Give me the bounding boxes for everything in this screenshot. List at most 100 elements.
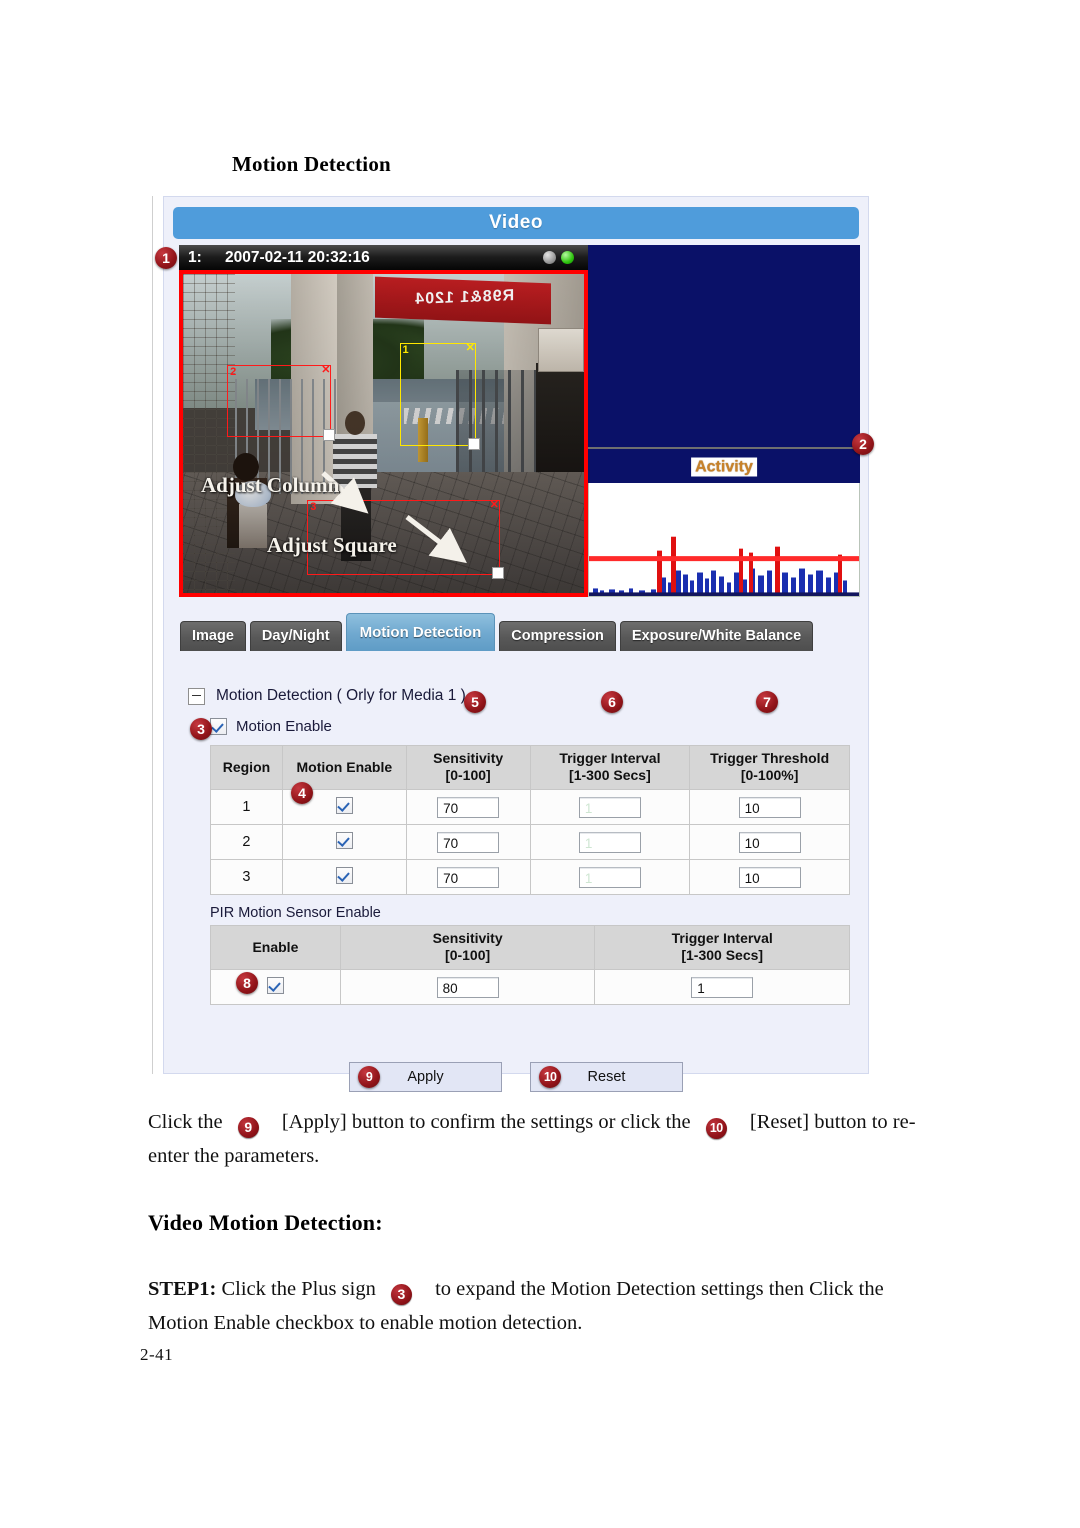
cell-motion-enable <box>281 859 407 895</box>
activity-histogram <box>588 482 860 597</box>
tab-image[interactable]: Image <box>180 621 246 651</box>
col-header-pir-sensitivity: Sensitivity [0-100] <box>339 925 596 970</box>
callout-badge-7: 7 <box>756 691 778 713</box>
cell-trigger-interval: 1 <box>529 824 691 860</box>
cell-region: 3 <box>210 859 283 895</box>
col-header-trigger-interval-line1: Trigger Interval <box>559 750 661 766</box>
step1-part1: Click the Plus sign <box>221 1278 376 1300</box>
pir-sensitivity-input[interactable]: 80 <box>436 976 499 998</box>
tab-compression[interactable]: Compression <box>499 621 616 651</box>
cell-trigger-threshold: 10 <box>689 859 850 895</box>
region-1-sensitivity-input[interactable]: 70 <box>437 796 500 818</box>
cell-motion-enable <box>281 824 407 860</box>
callout-badge-2: 2 <box>852 433 874 455</box>
apply-button[interactable]: 9 Apply <box>349 1062 502 1092</box>
callout-badge-9: 9 <box>358 1066 380 1088</box>
motion-region-2-resize-handle[interactable] <box>323 428 336 441</box>
region-2-trigger-threshold-input[interactable]: 10 <box>738 831 801 853</box>
motion-region-1-resize-handle[interactable] <box>467 438 480 451</box>
region-1-enable-checkbox[interactable] <box>335 796 353 814</box>
pir-section-label: PIR Motion Sensor Enable <box>210 905 381 921</box>
page-number: 2-41 <box>140 1345 174 1364</box>
region-3-trigger-threshold-input[interactable]: 10 <box>738 866 801 888</box>
activity-label-bar: Activity <box>588 447 860 485</box>
col-header-region: Region <box>210 745 283 790</box>
reset-button[interactable]: 10 Reset <box>530 1062 683 1092</box>
col-header-pir-trigger-interval-line1: Trigger Interval <box>671 930 773 946</box>
callout-badge-8: 8 <box>236 972 258 994</box>
pir-trigger-interval-input[interactable]: 1 <box>691 976 754 998</box>
col-header-trigger-interval: Trigger Interval [1-300 Secs] <box>529 745 691 790</box>
apply-button-label: Apply <box>407 1069 444 1085</box>
settings-tab-strip: Image Day/Night Motion Detection Compres… <box>180 613 814 651</box>
motion-region-2-close-icon[interactable]: ✕ <box>320 364 331 376</box>
col-header-pir-enable-line1: Enable <box>252 938 299 955</box>
region-2-sensitivity-input[interactable]: 70 <box>437 831 500 853</box>
motion-enable-row: Motion Enable <box>210 718 332 735</box>
window-title-bar: Video <box>173 207 859 239</box>
callout-badge-10: 10 <box>539 1066 561 1088</box>
col-header-region-line1: Region <box>222 758 271 775</box>
motion-enable-checkbox[interactable] <box>210 718 227 735</box>
cell-region: 1 <box>210 789 283 825</box>
section-heading-video-motion-detection: Video Motion Detection: <box>148 1210 383 1235</box>
table-header-row: Enable Sensitivity [0-100] Trigger Inter… <box>210 925 850 970</box>
col-header-pir-enable: Enable <box>210 925 341 970</box>
minus-icon[interactable] <box>188 687 205 705</box>
figure-left-rule <box>152 196 153 1074</box>
cell-trigger-interval: 1 <box>529 789 691 825</box>
tab-day-night[interactable]: Day/Night <box>249 621 342 651</box>
col-header-trigger-interval-line2: [1-300 Secs] <box>569 767 651 783</box>
table-row: 3 70 1 10 <box>210 859 850 895</box>
annotation-adjust-square: Adjust Square <box>267 533 397 557</box>
motion-region-2[interactable]: 2 ✕ <box>227 364 336 441</box>
media-area: 1: 2007-02-11 20:32:16 R98&1 1204 <box>179 245 860 597</box>
col-header-sensitivity: Sensitivity [0-100] <box>405 745 531 790</box>
status-led-green-icon <box>561 251 574 264</box>
cell-trigger-threshold: 10 <box>689 789 850 825</box>
table-row: 2 70 1 10 <box>210 824 850 860</box>
activity-panel: Activity <box>588 245 860 597</box>
tab-motion-detection[interactable]: Motion Detection <box>345 613 496 651</box>
camera-timestamp: 2007-02-11 20:32:16 <box>225 249 370 266</box>
callout-badge-1: 1 <box>155 247 177 269</box>
motion-region-table: Region Motion Enable Sensitivity [0-100]… <box>210 745 850 895</box>
paragraph-step1: STEP1: Click the Plus sign 3 to expand t… <box>148 1272 948 1340</box>
cell-pir-trigger-interval: 1 <box>594 969 850 1005</box>
region-2-trigger-interval-input[interactable]: 1 <box>578 831 641 853</box>
tab-exposure-white-balance[interactable]: Exposure/White Balance <box>619 621 814 651</box>
callout-badge-3: 3 <box>190 718 212 740</box>
motion-region-1-close-icon[interactable]: ✕ <box>465 342 476 354</box>
step1-label: STEP1: <box>148 1278 217 1300</box>
col-header-trigger-threshold: Trigger Threshold [0-100%] <box>689 745 850 790</box>
motion-region-1-label: 1 <box>402 343 409 356</box>
col-header-pir-sensitivity-line2: [0-100] <box>445 947 491 963</box>
annotation-adjust-column: Adjust Column <box>201 473 340 497</box>
region-1-trigger-interval-input[interactable]: 1 <box>578 796 641 818</box>
cell-region: 2 <box>210 824 283 860</box>
inline-badge-3: 3 <box>390 1284 412 1305</box>
motion-region-3-resize-handle[interactable] <box>491 567 504 580</box>
camera-view[interactable]: 1: 2007-02-11 20:32:16 R98&1 1204 <box>179 245 588 597</box>
col-header-pir-trigger-interval-line2: [1-300 Secs] <box>681 947 764 963</box>
region-3-enable-checkbox[interactable] <box>335 866 353 884</box>
table-row: 80 1 <box>210 969 850 1005</box>
col-header-sensitivity-line1: Sensitivity <box>433 750 504 766</box>
motion-region-3-close-icon[interactable]: ✕ <box>489 500 500 511</box>
motion-detection-section-header: Motion Detection ( Orly for Media 1 ) <box>188 687 466 705</box>
region-3-sensitivity-input[interactable]: 70 <box>437 866 500 888</box>
pir-enable-checkbox[interactable] <box>266 976 284 994</box>
cell-sensitivity: 70 <box>405 824 531 860</box>
motion-region-1[interactable]: 1 ✕ <box>399 342 480 451</box>
paragraph-apply-reset: Click the 9 [Apply] button to confirm th… <box>148 1105 948 1173</box>
region-1-trigger-threshold-input[interactable]: 10 <box>738 796 801 818</box>
inline-badge-10: 10 <box>705 1118 727 1139</box>
action-button-row: 9 Apply 10 Reset <box>163 1062 869 1092</box>
callout-badge-4: 4 <box>291 782 313 804</box>
region-3-trigger-interval-input[interactable]: 1 <box>578 866 641 888</box>
para-apply-part2: [Apply] button to confirm the settings o… <box>281 1111 691 1133</box>
page-title: Motion Detection <box>232 152 391 176</box>
region-2-enable-checkbox[interactable] <box>335 831 353 849</box>
motion-enable-label: Motion Enable <box>236 718 332 735</box>
camera-status-bar: 1: 2007-02-11 20:32:16 <box>179 245 588 270</box>
